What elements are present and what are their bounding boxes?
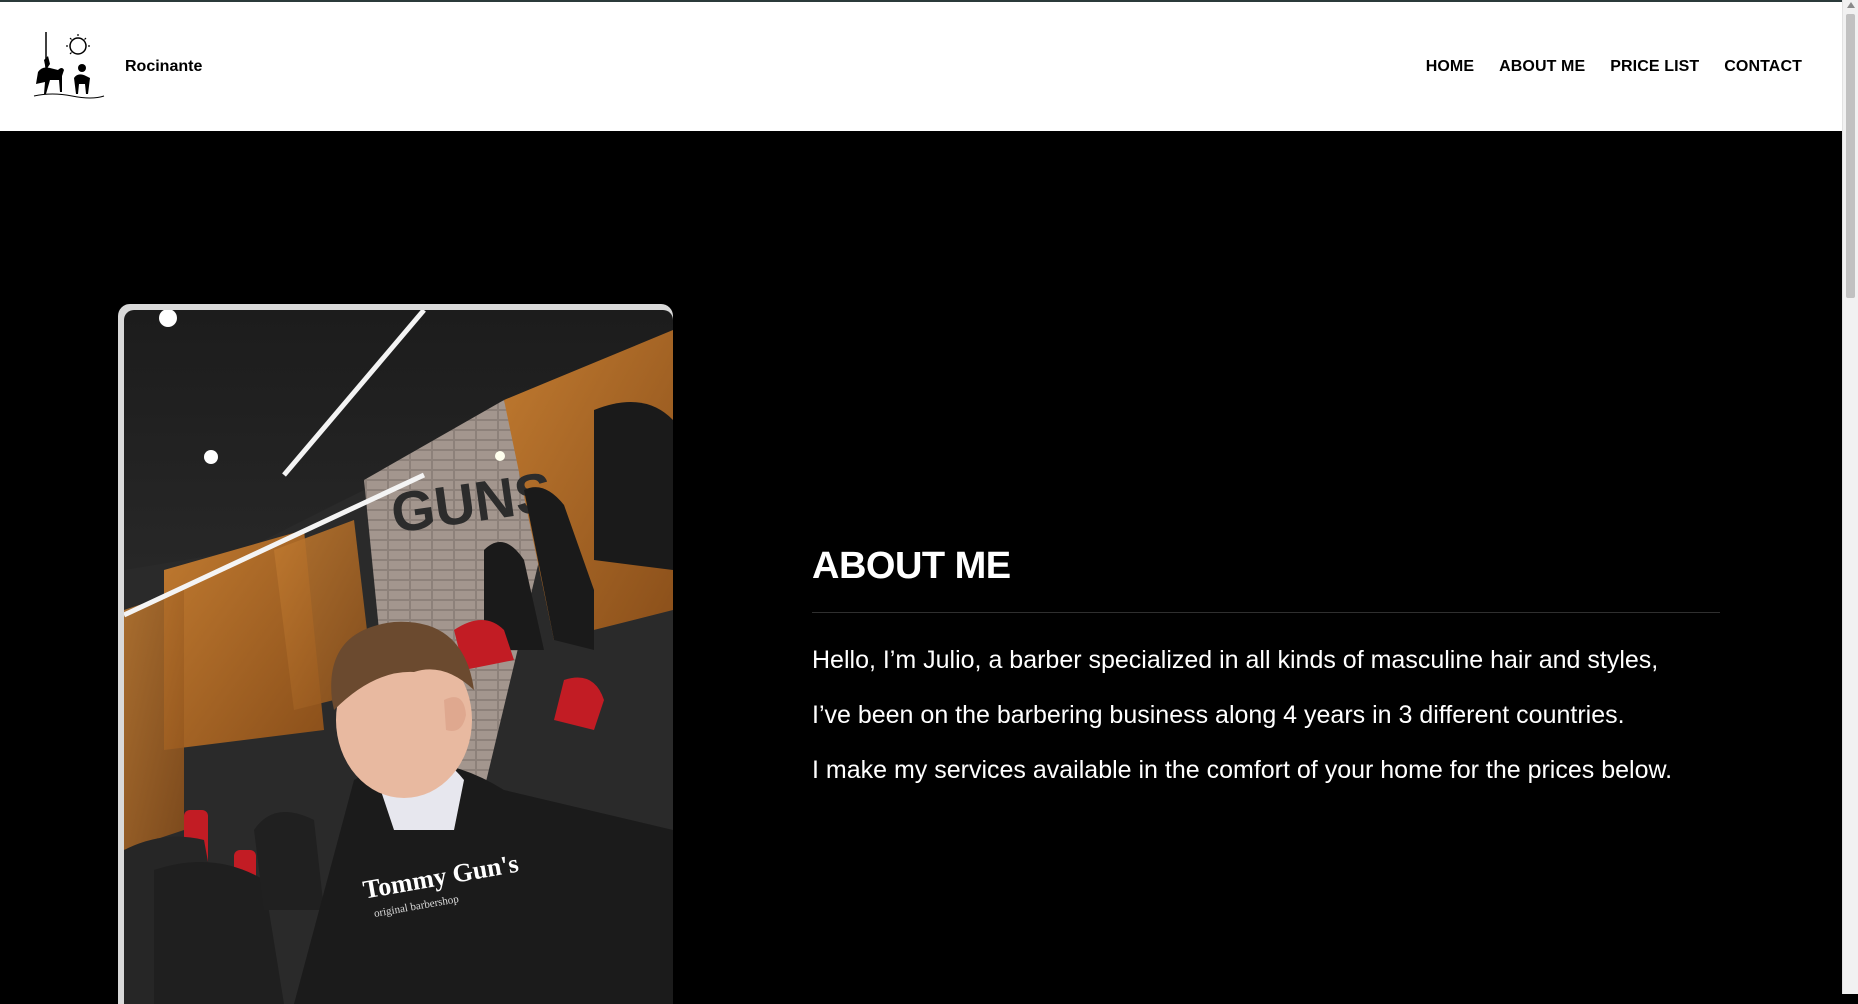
scroll-up-arrow-icon[interactable] xyxy=(1847,2,1855,8)
about-section: ABOUT ME Hello, I’m Julio, a barber spec… xyxy=(812,545,1722,798)
about-paragraph-1: Hello, I’m Julio, a barber specialized i… xyxy=(812,646,1659,674)
main-nav: HOME ABOUT ME PRICE LIST CONTACT xyxy=(1426,58,1802,76)
about-paragraph-3: I make my services available in the comf… xyxy=(812,756,1673,784)
nav-price-list[interactable]: PRICE LIST xyxy=(1610,58,1699,76)
about-title: ABOUT ME xyxy=(812,545,1011,587)
barbershop-photo-frame: GUNS Tommy Gun's original barbershop xyxy=(118,304,673,1004)
brand-name[interactable]: Rocinante xyxy=(125,58,202,76)
page-scrollbar[interactable] xyxy=(1842,0,1858,994)
about-text: Hello, I’m Julio, a barber specialized i… xyxy=(812,633,1722,798)
barbershop-scene: GUNS Tommy Gun's original barbershop xyxy=(124,310,673,1004)
scrollbar-thumb[interactable] xyxy=(1846,14,1855,298)
don-quixote-logo-icon[interactable] xyxy=(32,32,106,106)
barbershop-photo: GUNS Tommy Gun's original barbershop xyxy=(124,310,673,1004)
about-divider xyxy=(812,612,1720,613)
about-paragraph-2: I’ve been on the barbering business alon… xyxy=(812,701,1625,729)
site-header: Rocinante HOME ABOUT ME PRICE LIST CONTA… xyxy=(0,0,1842,131)
nav-about-me[interactable]: ABOUT ME xyxy=(1499,58,1585,76)
nav-home[interactable]: HOME xyxy=(1426,58,1474,76)
nav-contact[interactable]: CONTACT xyxy=(1724,58,1802,76)
